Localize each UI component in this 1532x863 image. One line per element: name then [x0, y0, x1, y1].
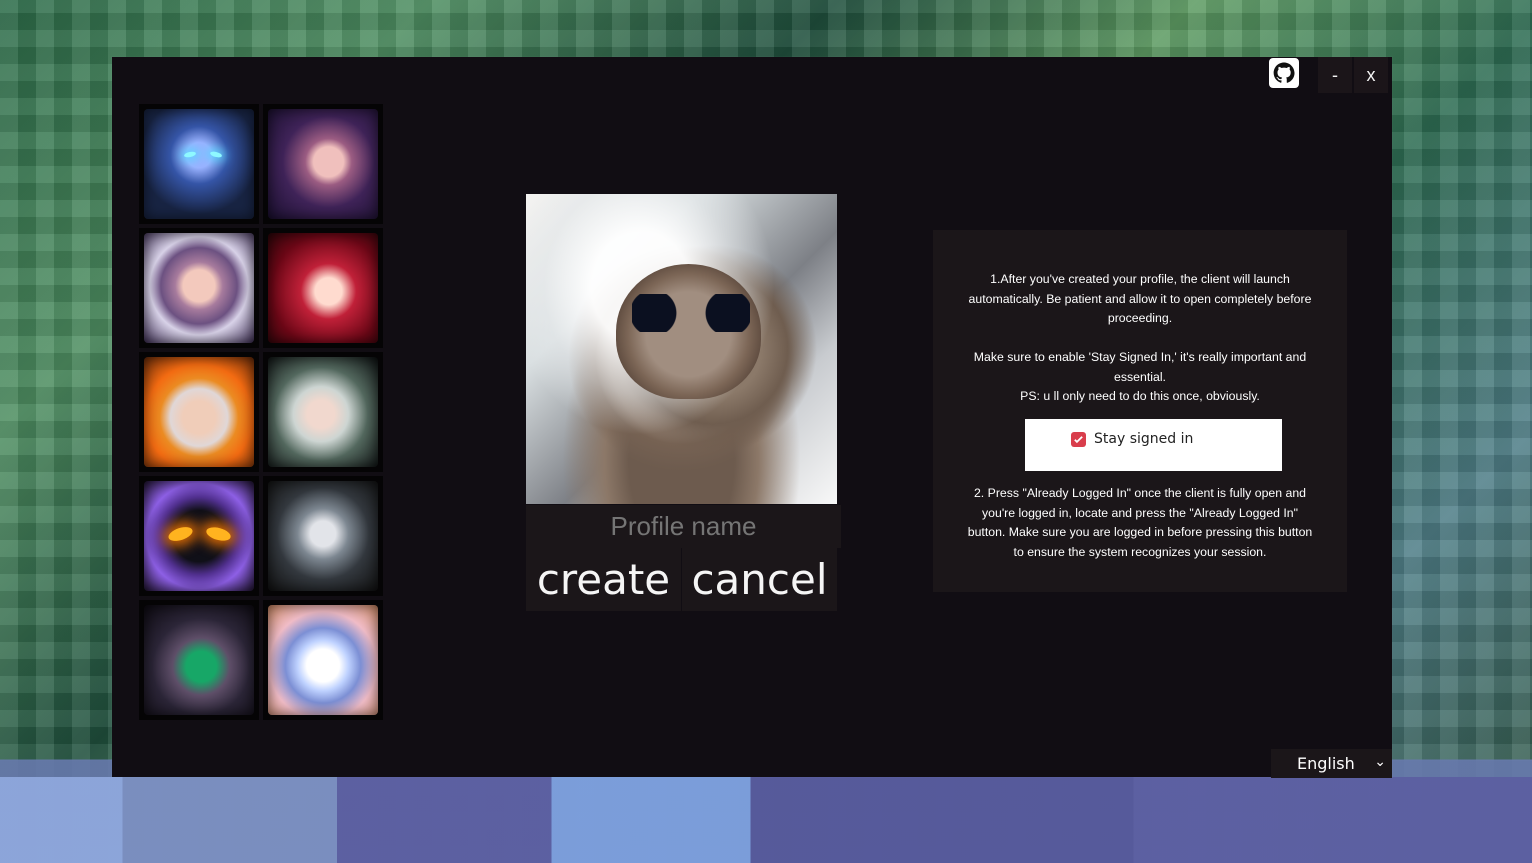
stay-signed-in-checkbox[interactable] — [1071, 432, 1086, 447]
avatar-grid — [139, 104, 385, 720]
avatar-option-6[interactable] — [263, 352, 383, 472]
language-select[interactable]: English ⌄ — [1271, 749, 1392, 778]
desktop-background-strip — [0, 777, 1532, 863]
red-hair-portrait — [268, 233, 378, 343]
kitten-profile-image — [526, 194, 837, 504]
avatar-option-7[interactable] — [139, 476, 259, 596]
minimize-button[interactable]: - — [1318, 57, 1352, 93]
beast-warrior-portrait — [268, 481, 378, 591]
avatar-option-4[interactable] — [263, 228, 383, 348]
create-button[interactable]: create — [526, 548, 681, 611]
avatar-option-10[interactable] — [263, 600, 383, 720]
golden-crown-portrait — [144, 357, 254, 467]
stay-signed-in-card: Stay signed in — [1025, 419, 1282, 471]
language-value: English — [1297, 754, 1355, 773]
avatar-option-5[interactable] — [139, 352, 259, 472]
github-button[interactable] — [1269, 58, 1299, 88]
profile-name-input[interactable] — [526, 505, 841, 548]
armored-white-portrait — [144, 233, 254, 343]
blue-ghost-portrait — [144, 109, 254, 219]
white-hair-portrait — [268, 357, 378, 467]
chevron-down-icon: ⌄ — [1374, 754, 1386, 770]
dark-mage-portrait — [144, 481, 254, 591]
instructions-panel: 1.After you've created your profile, the… — [933, 230, 1347, 592]
github-icon — [1273, 62, 1295, 83]
check-icon — [1074, 436, 1083, 444]
purple-hair-portrait — [268, 109, 378, 219]
avatar-option-3[interactable] — [139, 228, 259, 348]
instructions-step-2: 2. Press "Already Logged In" once the cl… — [967, 486, 1313, 559]
cat-portrait — [268, 605, 378, 715]
avatar-option-2[interactable] — [263, 104, 383, 224]
close-button[interactable]: x — [1354, 57, 1388, 93]
avatar-option-8[interactable] — [263, 476, 383, 596]
launcher-window: - x create cancel 1.After you've created… — [112, 57, 1392, 778]
stay-signed-in-label: Stay signed in — [1094, 431, 1194, 447]
instructions-step-1: 1.After you've created your profile, the… — [968, 272, 1312, 403]
cancel-button[interactable]: cancel — [682, 548, 837, 611]
avatar-option-1[interactable] — [139, 104, 259, 224]
masked-green-portrait — [144, 605, 254, 715]
avatar-option-9[interactable] — [139, 600, 259, 720]
